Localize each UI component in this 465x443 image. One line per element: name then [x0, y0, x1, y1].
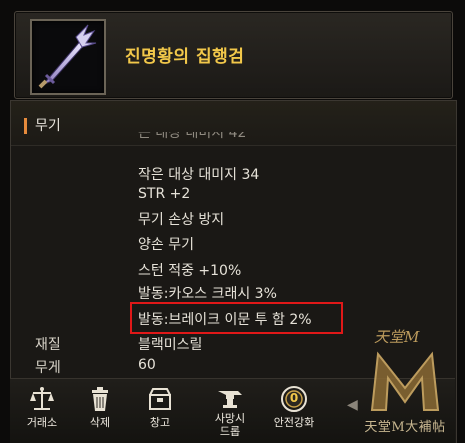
storage-label: 창고	[149, 416, 171, 429]
exchange-button[interactable]: 거래소	[12, 379, 72, 443]
exchange-label: 거래소	[26, 416, 58, 429]
item-header: 진명황의 집행검	[14, 11, 453, 99]
safe-enchant-label: 안전강화	[273, 416, 315, 429]
stat-line: STR +2	[138, 186, 191, 202]
stat-line: 양손 무기	[138, 237, 194, 253]
safe-enchant-count: 0	[289, 391, 299, 405]
category-accent	[24, 118, 27, 134]
safe-enchant-icon: 0	[280, 385, 308, 413]
stat-line: 무기 손상 방지	[138, 212, 225, 228]
storage-box-icon	[146, 385, 174, 413]
category-label: 무기	[35, 118, 61, 134]
material-label: 재질	[35, 337, 61, 353]
scale-icon	[28, 385, 56, 413]
death-drop-button[interactable]: 사망시 드롭	[200, 379, 260, 443]
trash-icon	[86, 385, 114, 413]
stat-line: 스턴 적중 +10%	[138, 263, 242, 279]
delete-label: 삭제	[89, 416, 111, 429]
stat-line: 작은 대상 대미지 34	[138, 167, 260, 183]
sword-icon	[30, 19, 106, 95]
item-name: 진명황의 집행검	[125, 47, 245, 67]
material-value: 블랙미스릴	[138, 337, 203, 353]
stat-line: 발동:카오스 크래시 3%	[138, 286, 277, 302]
watermark-bottom-text: 天堂M大補帖	[364, 420, 446, 435]
safe-enchant-button[interactable]: 0 안전강화	[264, 379, 324, 443]
highlight-box	[130, 302, 343, 334]
watermark: 天堂M 天堂M大補帖	[350, 322, 460, 440]
anvil-icon	[216, 385, 244, 413]
watermark-m-logo	[370, 351, 440, 411]
death-drop-label: 사망시 드롭	[214, 412, 246, 438]
weight-label: 무게	[35, 360, 61, 376]
storage-button[interactable]: 창고	[130, 379, 190, 443]
delete-button[interactable]: 삭제	[70, 379, 130, 443]
weight-value: 60	[138, 357, 156, 373]
stat-line: 큰 대상 대미지 42	[138, 132, 247, 141]
